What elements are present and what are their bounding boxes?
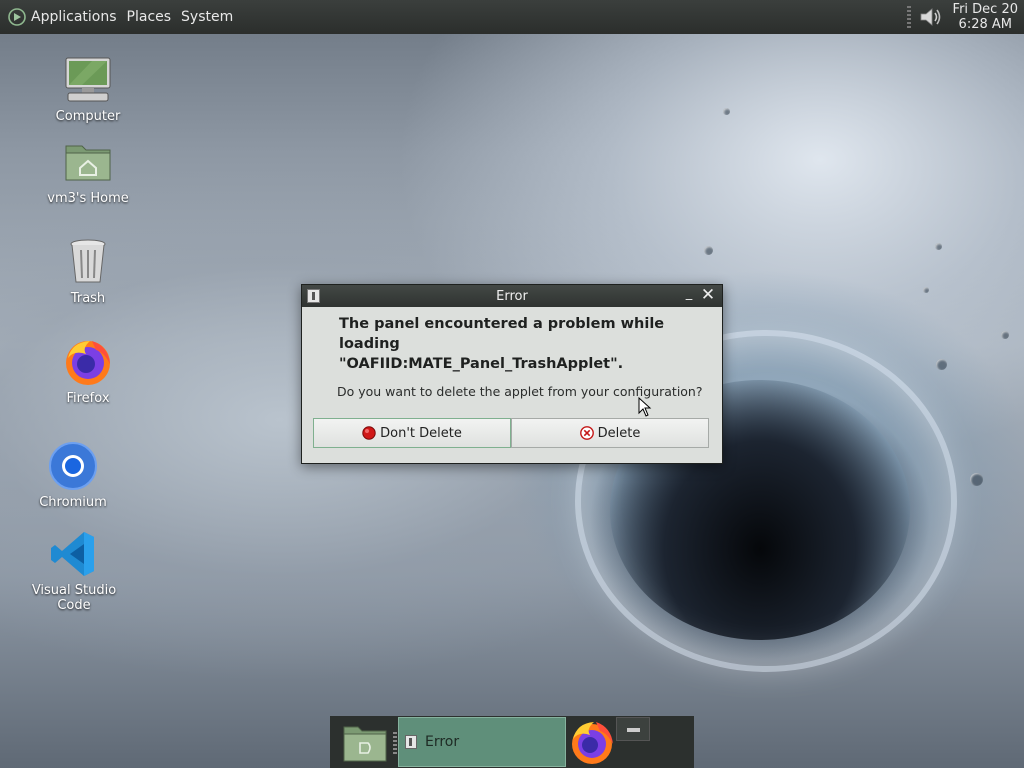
desktop-icon-firefox[interactable]: Firefox bbox=[28, 336, 148, 406]
desktop-icon-computer[interactable]: Computer bbox=[28, 54, 148, 124]
clock[interactable]: Fri Dec 20 6:28 AM bbox=[953, 2, 1018, 32]
menu-places[interactable]: Places bbox=[127, 9, 172, 25]
wallpaper-droplet bbox=[704, 246, 713, 255]
window-app-icon bbox=[405, 735, 417, 749]
desktop-icon-trash[interactable]: Trash bbox=[28, 236, 148, 306]
desktop-icon-vscode[interactable]: Visual Studio Code bbox=[14, 528, 134, 613]
dialog-title: Error bbox=[496, 288, 528, 304]
computer-icon bbox=[65, 57, 111, 102]
desktop[interactable]: Applications Places System Fri Dec 20 6:… bbox=[0, 0, 1024, 768]
system-tray: Fri Dec 20 6:28 AM bbox=[906, 0, 1024, 34]
desktop-icon-home[interactable]: vm3's Home bbox=[28, 136, 148, 206]
wallpaper-droplet bbox=[936, 359, 947, 370]
tray-drag-handle[interactable] bbox=[906, 6, 911, 28]
desktop-icon-chromium[interactable]: Chromium bbox=[13, 440, 133, 510]
vscode-icon bbox=[51, 532, 94, 576]
home-folder-icon bbox=[65, 145, 111, 181]
mate-logo-icon[interactable] bbox=[8, 8, 26, 26]
dialog-titlebar[interactable]: Error _ ✕ bbox=[302, 285, 722, 307]
mouse-pointer-icon bbox=[638, 397, 652, 417]
taskbar-button-error[interactable]: Error bbox=[398, 717, 566, 767]
clock-date: Fri Dec 20 bbox=[952, 2, 1018, 17]
error-dialog: Error _ ✕ The panel encountered a proble… bbox=[301, 284, 723, 464]
stop-icon bbox=[362, 426, 376, 440]
dialog-secondary-message: Do you want to delete the applet from yo… bbox=[337, 384, 703, 399]
volume-icon[interactable] bbox=[917, 4, 943, 30]
taskbar-button-label: Error bbox=[425, 734, 460, 750]
dialog-button-row: Don't Delete Delete bbox=[313, 418, 709, 448]
wallpaper-droplet bbox=[970, 473, 983, 486]
bottom-panel: Error bbox=[330, 716, 694, 768]
dialog-primary-message: The panel encountered a problem while lo… bbox=[339, 316, 665, 372]
minimize-icon: _ bbox=[685, 286, 693, 301]
wallpaper-droplet bbox=[1001, 331, 1009, 339]
top-panel: Applications Places System Fri Dec 20 6:… bbox=[0, 0, 1024, 34]
file-manager-launcher-icon[interactable] bbox=[342, 721, 388, 763]
delete-icon bbox=[579, 426, 594, 440]
clock-time: 6:28 AM bbox=[958, 17, 1012, 32]
delete-label: Delete bbox=[597, 425, 641, 441]
firefox-launcher-icon[interactable] bbox=[568, 718, 616, 766]
menu-system[interactable]: System bbox=[181, 9, 233, 25]
desktop-icon-label: Trash bbox=[70, 291, 106, 306]
desktop-icon-label: vm3's Home bbox=[47, 191, 129, 206]
delete-button[interactable]: Delete bbox=[511, 418, 709, 448]
dont-delete-button[interactable]: Don't Delete bbox=[313, 418, 511, 448]
dont-delete-label: Don't Delete bbox=[380, 425, 462, 441]
wallpaper-droplet bbox=[935, 243, 942, 250]
close-icon: ✕ bbox=[700, 285, 716, 305]
chromium-icon bbox=[49, 442, 97, 490]
desktop-icon-label: Firefox bbox=[66, 391, 110, 406]
wallpaper-droplet bbox=[923, 287, 929, 293]
firefox-icon bbox=[66, 341, 110, 385]
desktop-icon-label: Computer bbox=[55, 109, 121, 124]
wallpaper-droplet bbox=[723, 108, 730, 115]
window-app-icon[interactable] bbox=[307, 289, 320, 303]
minimize-button[interactable]: _ bbox=[682, 286, 696, 303]
menu-applications[interactable]: Applications bbox=[31, 9, 117, 25]
desktop-icon-label: Chromium bbox=[39, 495, 107, 510]
panel-separator-handle[interactable] bbox=[393, 732, 397, 754]
show-desktop-button[interactable] bbox=[616, 717, 650, 741]
close-button[interactable]: ✕ bbox=[700, 285, 716, 305]
trash-icon bbox=[70, 239, 106, 283]
desktop-icon-label: Visual Studio Code bbox=[31, 583, 117, 613]
